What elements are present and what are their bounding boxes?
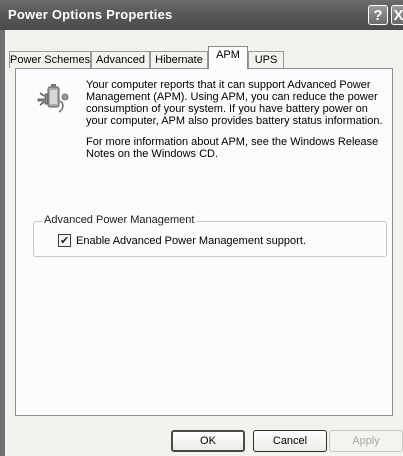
apm-release-notes-paragraph: For more information about APM, see the …: [86, 136, 379, 160]
ok-button[interactable]: OK: [171, 430, 245, 452]
enable-apm-checkbox[interactable]: ✔: [58, 234, 71, 247]
title-bar[interactable]: Power Options Properties ? X: [0, 0, 403, 30]
dialog-client-area: Power Schemes Advanced Hibernate APM UPS…: [5, 30, 403, 456]
apm-tab-panel: Your computer reports that it can suppor…: [15, 68, 393, 416]
apm-group-title: Advanced Power Management: [42, 214, 197, 226]
window-title: Power Options Properties: [8, 7, 173, 22]
power-options-window: Power Options Properties ? X Power Schem…: [0, 0, 403, 456]
battery-plug-icon: [37, 84, 69, 113]
apply-button[interactable]: Apply: [329, 430, 403, 452]
tab-hibernate[interactable]: Hibernate: [150, 51, 208, 68]
tab-apm[interactable]: APM: [208, 46, 248, 69]
close-button[interactable]: X: [391, 5, 403, 25]
tab-power-schemes[interactable]: Power Schemes: [9, 51, 91, 68]
tab-ups[interactable]: UPS: [248, 51, 284, 68]
tab-advanced[interactable]: Advanced: [91, 51, 150, 68]
apm-description: Your computer reports that it can suppor…: [86, 79, 386, 169]
tab-strip: Power Schemes Advanced Hibernate APM UPS: [5, 30, 403, 69]
cancel-button[interactable]: Cancel: [253, 430, 327, 452]
apm-info-paragraph: Your computer reports that it can suppor…: [86, 79, 383, 127]
help-button[interactable]: ?: [368, 5, 388, 25]
enable-apm-label[interactable]: Enable Advanced Power Management support…: [76, 235, 306, 247]
checkmark-icon: ✔: [60, 234, 70, 247]
